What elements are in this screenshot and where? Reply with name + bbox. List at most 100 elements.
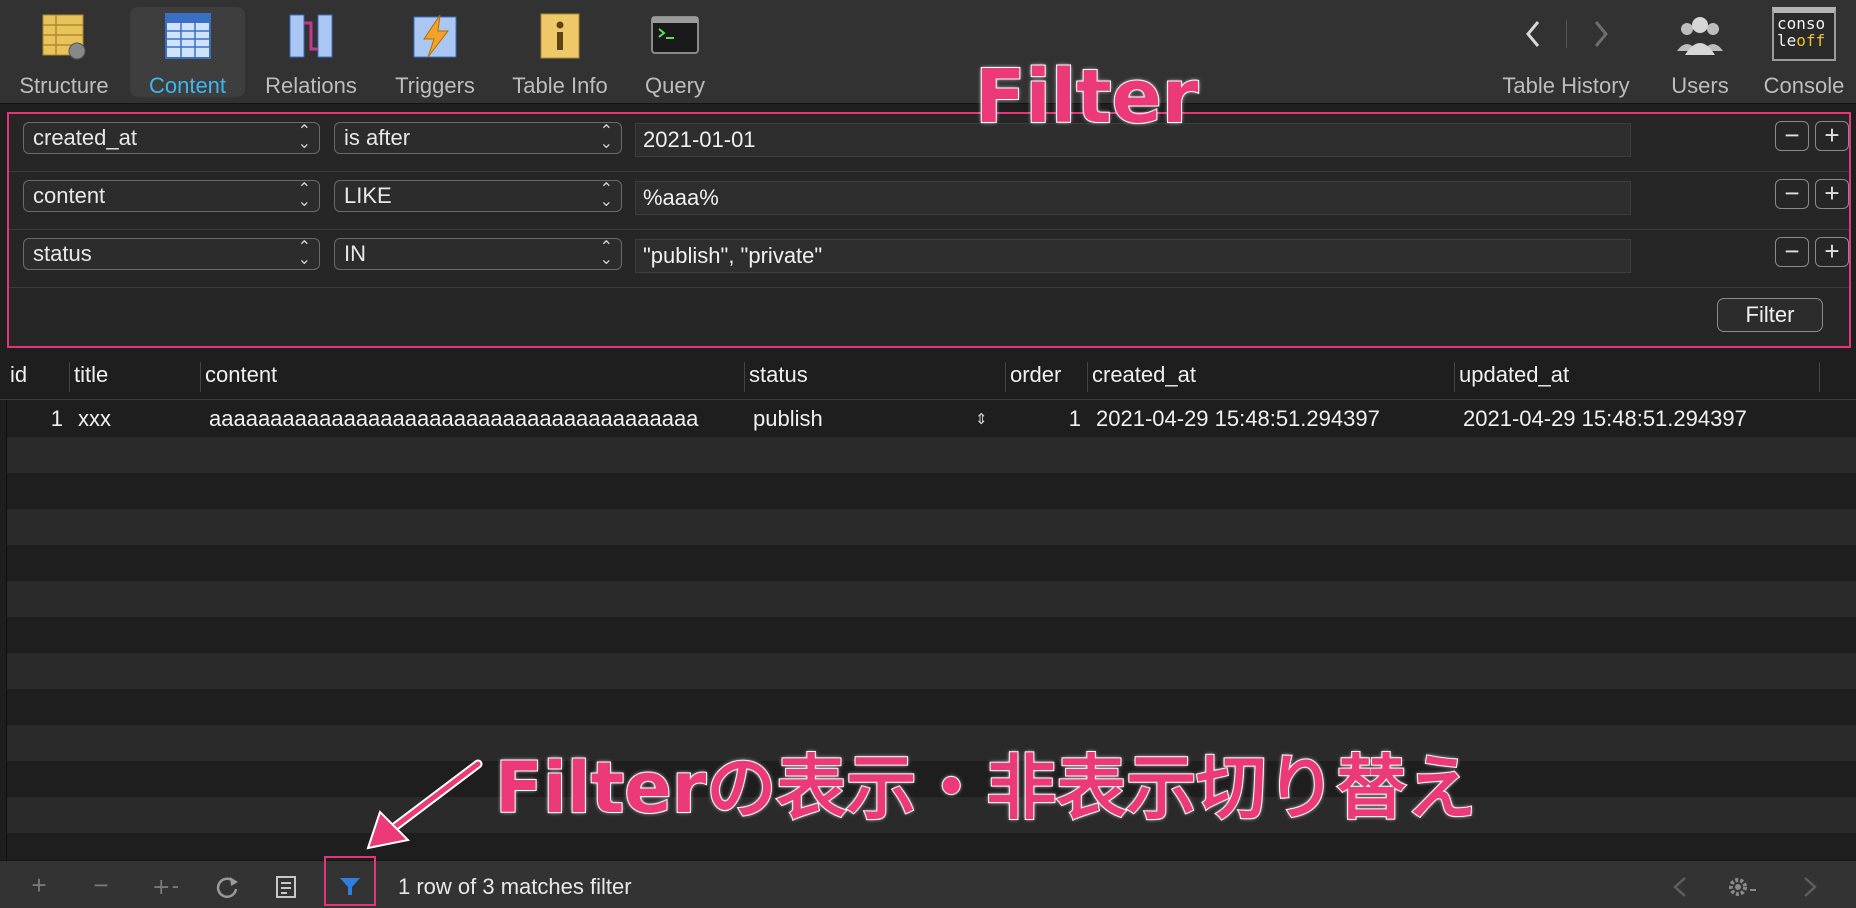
annotation-arrow-icon bbox=[366, 759, 483, 850]
filter-panel: created_at ⌃ ⌄ is after ⌃ ⌄ 2021-01-01 − +… bbox=[7, 112, 1851, 348]
updown-icon: ⌃ ⌄ bbox=[297, 123, 311, 152]
terminal-icon bbox=[651, 16, 699, 54]
tab-relations[interactable]: Relations bbox=[252, 7, 370, 98]
empty-row bbox=[7, 473, 1856, 509]
tab-label: Structure bbox=[19, 73, 109, 98]
filter-column-select[interactable]: content ⌃ ⌄ bbox=[23, 180, 320, 212]
filter-toggle-highlight bbox=[324, 856, 376, 906]
refresh-icon bbox=[216, 877, 238, 898]
filter-operator-select[interactable]: IN ⌃ ⌄ bbox=[334, 238, 622, 270]
filter-operator-value: LIKE bbox=[344, 183, 392, 208]
table-history-button[interactable]: Table History bbox=[1490, 7, 1642, 98]
empty-row bbox=[7, 509, 1856, 545]
column-header-title[interactable]: title bbox=[71, 362, 201, 392]
filter-annotation-label: Filter bbox=[974, 53, 1199, 141]
refresh-button[interactable] bbox=[210, 871, 244, 901]
previous-page-button[interactable] bbox=[1664, 871, 1698, 901]
chevron-left-icon bbox=[1673, 877, 1686, 897]
triggers-icon bbox=[413, 14, 457, 58]
cell-title[interactable]: xxx bbox=[78, 406, 111, 432]
column-header-id[interactable]: id bbox=[7, 362, 70, 392]
table-grid-icon bbox=[164, 13, 211, 59]
empty-row bbox=[7, 545, 1856, 581]
cell-order[interactable]: 1 bbox=[1007, 406, 1081, 432]
tab-label: Query bbox=[645, 73, 705, 98]
console-icon: conso leoff bbox=[1772, 7, 1836, 61]
empty-row bbox=[7, 689, 1856, 725]
sql-preview-button[interactable] bbox=[270, 871, 304, 901]
empty-row bbox=[7, 617, 1856, 653]
tab-label: Users bbox=[1671, 73, 1729, 98]
console-icon-text: le bbox=[1777, 31, 1797, 50]
filter-row: created_at ⌃ ⌄ is after ⌃ ⌄ 2021-01-01 − + bbox=[9, 114, 1849, 172]
settings-menu-button[interactable] bbox=[1722, 871, 1766, 901]
column-header-updated-at[interactable]: updated_at bbox=[1456, 362, 1820, 392]
tab-structure[interactable]: Structure bbox=[4, 7, 124, 98]
filter-value-input[interactable]: "publish", "private" bbox=[635, 239, 1631, 273]
toolbar: Structure Content Relations Triggers Tab… bbox=[0, 0, 1856, 104]
filter-value-input[interactable]: %aaa% bbox=[635, 181, 1631, 215]
tab-table-info[interactable]: Table Info bbox=[504, 7, 616, 98]
table-row[interactable]: 1 xxx aaaaaaaaaaaaaaaaaaaaaaaaaaaaaaaaaa… bbox=[7, 401, 1856, 437]
duplicate-row-button[interactable]: ++ bbox=[146, 871, 180, 901]
remove-filter-button[interactable]: − bbox=[1775, 121, 1809, 151]
remove-filter-button[interactable]: − bbox=[1775, 237, 1809, 267]
row-count-status: 1 row of 3 matches filter bbox=[398, 874, 632, 899]
delete-row-button[interactable]: − bbox=[84, 871, 118, 901]
console-button[interactable]: conso leoff Console bbox=[1756, 7, 1852, 98]
add-filter-button[interactable]: + bbox=[1815, 237, 1849, 267]
empty-row bbox=[7, 437, 1856, 473]
filter-column-value: created_at bbox=[33, 125, 137, 150]
filter-operator-value: is after bbox=[344, 125, 411, 150]
add-row-button[interactable]: + bbox=[22, 871, 56, 901]
apply-filter-button[interactable]: Filter bbox=[1717, 298, 1823, 332]
filter-operator-select[interactable]: LIKE ⌃ ⌄ bbox=[334, 180, 622, 212]
column-header-content[interactable]: content bbox=[202, 362, 745, 392]
tab-label: Triggers bbox=[395, 73, 475, 98]
cell-created-at[interactable]: 2021-04-29 15:48:51.294397 bbox=[1096, 406, 1380, 432]
toggle-annotation-label: Filterの表示・非表示切り替え bbox=[494, 746, 1477, 830]
tab-label: Content bbox=[148, 73, 227, 98]
gear-icon bbox=[1729, 878, 1756, 896]
add-filter-button[interactable]: + bbox=[1815, 179, 1849, 209]
next-page-button[interactable] bbox=[1792, 871, 1826, 901]
status-updown-icon[interactable]: ⇕ bbox=[975, 410, 988, 428]
updown-icon: ⌃ ⌄ bbox=[297, 239, 311, 268]
filter-column-select[interactable]: created_at ⌃ ⌄ bbox=[23, 122, 320, 154]
tab-query[interactable]: Query bbox=[630, 7, 720, 98]
users-button[interactable]: Users bbox=[1660, 7, 1740, 98]
column-header-status[interactable]: status bbox=[746, 362, 1006, 392]
tab-label: Console bbox=[1763, 73, 1845, 98]
empty-row bbox=[7, 653, 1856, 689]
filter-column-select[interactable]: status ⌃ ⌄ bbox=[23, 238, 320, 270]
updown-icon: ⌃ ⌄ bbox=[599, 123, 613, 152]
updown-icon: ⌃ ⌄ bbox=[599, 181, 613, 210]
updown-icon: ⌃ ⌄ bbox=[297, 181, 311, 210]
svg-text:++: ++ bbox=[152, 875, 178, 898]
add-filter-button[interactable]: + bbox=[1815, 121, 1849, 151]
bottom-toolbar: + − ++ 1 row of 3 matches filter bbox=[0, 860, 1856, 908]
info-icon bbox=[540, 13, 580, 59]
filter-row: content ⌃ ⌄ LIKE ⌃ ⌄ %aaa% − + bbox=[9, 172, 1849, 230]
cell-id[interactable]: 1 bbox=[7, 406, 63, 432]
updown-icon: ⌃ ⌄ bbox=[599, 239, 613, 268]
console-icon-text: conso bbox=[1777, 14, 1826, 33]
filter-operator-select[interactable]: is after ⌃ ⌄ bbox=[334, 122, 622, 154]
tab-label: Relations bbox=[265, 73, 357, 98]
column-header-created-at[interactable]: created_at bbox=[1089, 362, 1455, 392]
relations-icon bbox=[289, 14, 333, 58]
cell-updated-at[interactable]: 2021-04-29 15:48:51.294397 bbox=[1463, 406, 1747, 432]
console-icon-text-off: off bbox=[1796, 31, 1826, 50]
remove-filter-button[interactable]: − bbox=[1775, 179, 1809, 209]
cell-status[interactable]: publish bbox=[753, 406, 823, 432]
tab-label: Table History bbox=[1502, 73, 1630, 98]
filter-row: status ⌃ ⌄ IN ⌃ ⌄ "publish", "private" − + bbox=[9, 230, 1849, 288]
tab-triggers[interactable]: Triggers bbox=[378, 7, 492, 98]
column-header-order[interactable]: order bbox=[1007, 362, 1088, 392]
users-icon bbox=[1677, 17, 1723, 55]
left-edge bbox=[0, 352, 7, 860]
filter-column-value: content bbox=[33, 183, 106, 208]
tab-content[interactable]: Content bbox=[130, 7, 245, 98]
cell-content[interactable]: aaaaaaaaaaaaaaaaaaaaaaaaaaaaaaaaaaaaaaaa bbox=[209, 406, 698, 432]
chevron-right-icon bbox=[1804, 877, 1817, 897]
